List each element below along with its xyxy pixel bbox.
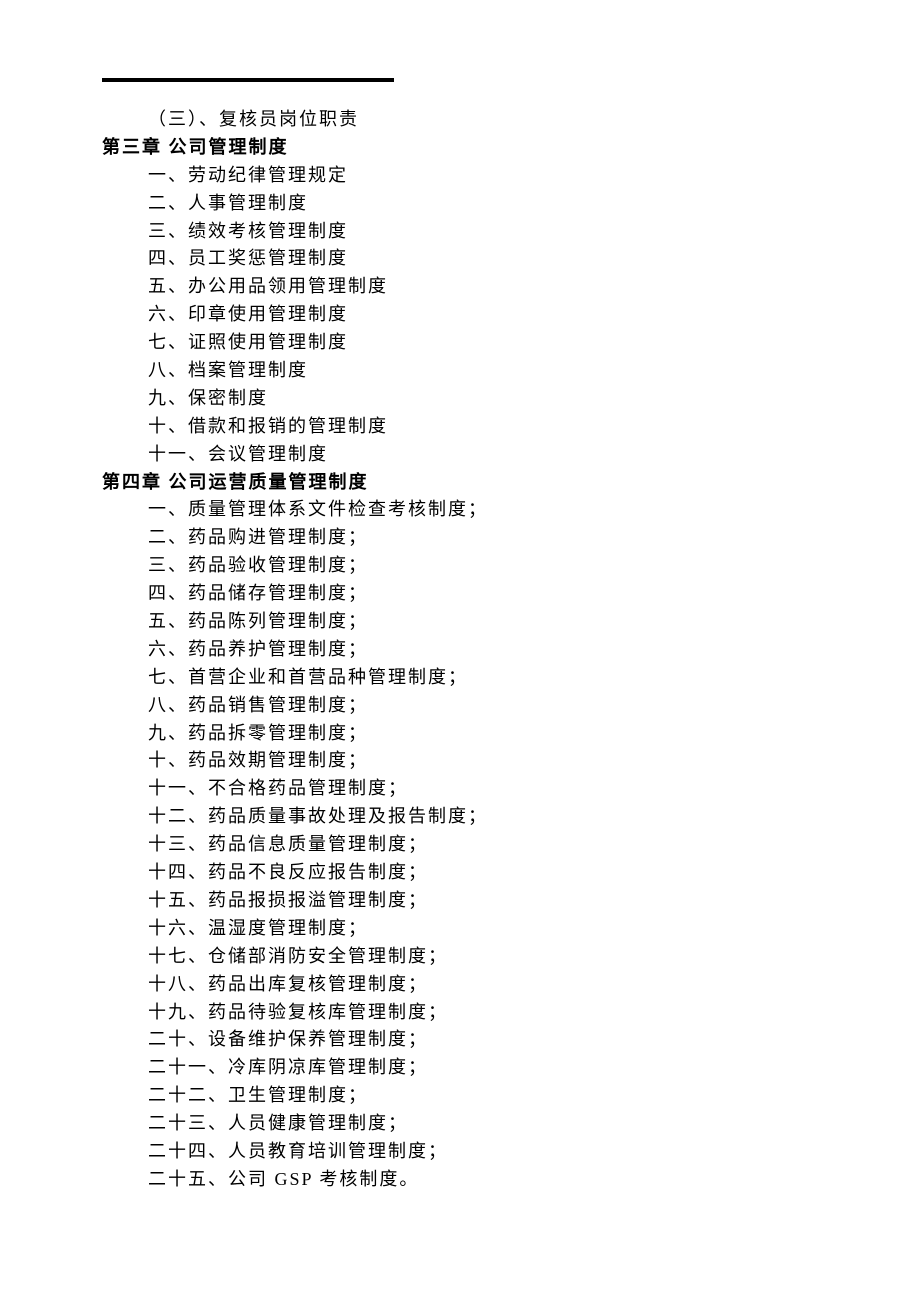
toc-item: 七、首营企业和首营品种管理制度； <box>102 664 920 692</box>
toc-item: 二十三、人员健康管理制度； <box>102 1110 920 1138</box>
toc-item: 十、借款和报销的管理制度 <box>102 413 920 441</box>
toc-item: 十九、药品待验复核库管理制度； <box>102 999 920 1027</box>
toc-item: 二、药品购进管理制度； <box>102 524 920 552</box>
toc-item: 七、证照使用管理制度 <box>102 329 920 357</box>
toc-item: 十三、药品信息质量管理制度； <box>102 831 920 859</box>
toc-item: 二、人事管理制度 <box>102 190 920 218</box>
toc-item: 十七、仓储部消防安全管理制度； <box>102 943 920 971</box>
toc-item: 十六、温湿度管理制度； <box>102 915 920 943</box>
toc-item: 五、药品陈列管理制度； <box>102 608 920 636</box>
document-content: （三）、复核员岗位职责第三章 公司管理制度一、劳动纪律管理规定二、人事管理制度三… <box>102 106 920 1194</box>
toc-item: 十四、药品不良反应报告制度； <box>102 859 920 887</box>
toc-item: 三、药品验收管理制度； <box>102 552 920 580</box>
toc-item: 十八、药品出库复核管理制度； <box>102 971 920 999</box>
toc-item: 二十一、冷库阴凉库管理制度； <box>102 1054 920 1082</box>
toc-item: 八、档案管理制度 <box>102 357 920 385</box>
toc-item: 十二、药品质量事故处理及报告制度； <box>102 803 920 831</box>
toc-item: 十五、药品报损报溢管理制度； <box>102 887 920 915</box>
toc-item: 一、质量管理体系文件检查考核制度； <box>102 496 920 524</box>
toc-item: 六、药品养护管理制度； <box>102 636 920 664</box>
toc-item: 十一、不合格药品管理制度； <box>102 775 920 803</box>
header-underline <box>102 78 394 82</box>
toc-item: 九、药品拆零管理制度； <box>102 720 920 748</box>
toc-item: 四、药品储存管理制度； <box>102 580 920 608</box>
toc-item: 五、办公用品领用管理制度 <box>102 273 920 301</box>
chapter-heading: 第四章 公司运营质量管理制度 <box>102 469 920 497</box>
toc-item: 六、印章使用管理制度 <box>102 301 920 329</box>
toc-item: 一、劳动纪律管理规定 <box>102 162 920 190</box>
toc-item: 四、员工奖惩管理制度 <box>102 245 920 273</box>
toc-item: 二十二、卫生管理制度； <box>102 1082 920 1110</box>
toc-item: 九、保密制度 <box>102 385 920 413</box>
toc-item: （三）、复核员岗位职责 <box>102 106 920 134</box>
toc-item: 三、绩效考核管理制度 <box>102 218 920 246</box>
toc-item: 二十四、人员教育培训管理制度； <box>102 1138 920 1166</box>
toc-item: 二十、设备维护保养管理制度； <box>102 1026 920 1054</box>
toc-item: 八、药品销售管理制度； <box>102 692 920 720</box>
toc-item: 十、药品效期管理制度； <box>102 747 920 775</box>
chapter-heading: 第三章 公司管理制度 <box>102 134 920 162</box>
toc-item: 二十五、公司 GSP 考核制度。 <box>102 1166 920 1194</box>
toc-item: 十一、会议管理制度 <box>102 441 920 469</box>
